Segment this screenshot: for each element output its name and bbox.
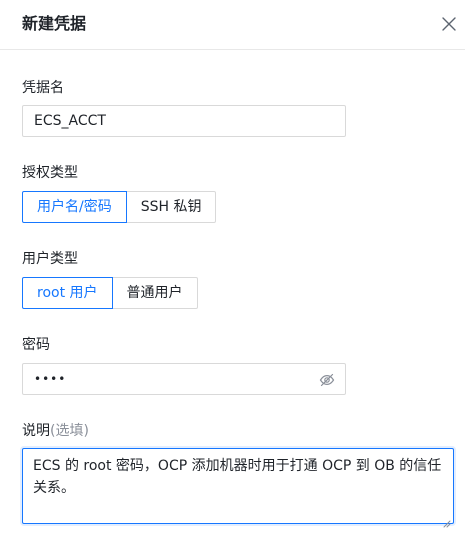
description-label: 说明(选填): [22, 421, 89, 441]
user-type-segmented: root 用户 普通用户: [22, 277, 198, 309]
resize-grip-icon[interactable]: [443, 513, 451, 528]
auth-type-option-password[interactable]: 用户名/密码: [22, 191, 127, 223]
description-textarea[interactable]: ECS 的 root 密码，OCP 添加机器时用于打通 OCP 到 OB 的信任…: [23, 449, 453, 523]
close-icon[interactable]: [440, 15, 458, 33]
description-field-wrapper: ECS 的 root 密码，OCP 添加机器时用于打通 OCP 到 OB 的信任…: [22, 448, 454, 528]
auth-type-label: 授权类型: [22, 165, 78, 181]
credential-name-field-wrapper: [22, 105, 346, 137]
password-label: 密码: [22, 337, 50, 353]
password-input[interactable]: [23, 364, 345, 394]
credential-name-input[interactable]: [23, 106, 345, 136]
eye-invisible-icon[interactable]: [319, 372, 335, 388]
auth-type-option-ssh-key[interactable]: SSH 私钥: [125, 191, 217, 223]
user-type-label: 用户类型: [22, 251, 78, 267]
user-type-option-root[interactable]: root 用户: [22, 277, 113, 309]
credential-name-label: 凭据名: [22, 80, 64, 96]
password-field-wrapper: [22, 363, 346, 395]
description-label-text: 说明: [22, 423, 50, 439]
dialog-header: 新建凭据: [0, 0, 465, 50]
auth-type-segmented: 用户名/密码 SSH 私钥: [22, 191, 217, 223]
optional-hint: (选填): [50, 423, 89, 439]
dialog-title: 新建凭据: [22, 14, 87, 33]
user-type-option-normal[interactable]: 普通用户: [111, 277, 198, 309]
